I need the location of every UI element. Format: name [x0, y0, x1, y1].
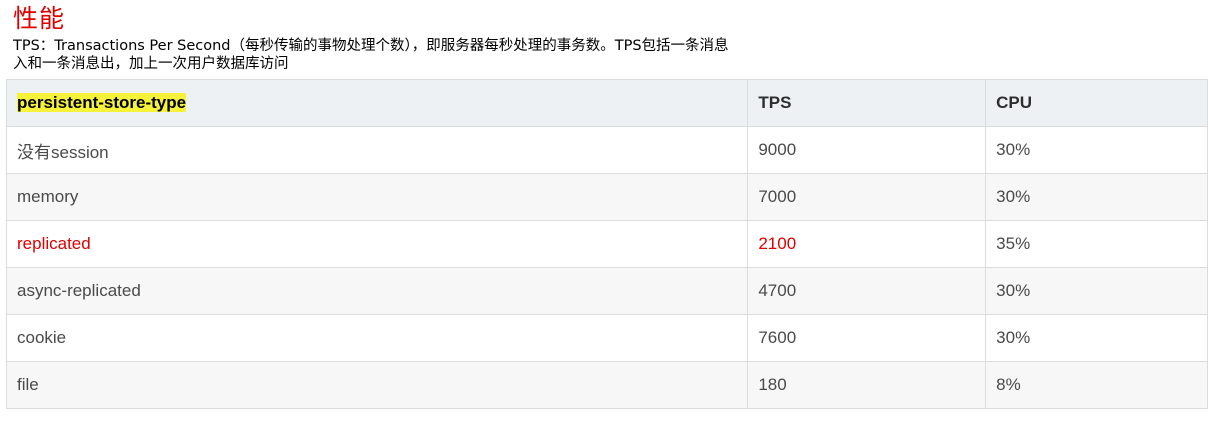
cell-tps: 4700 [747, 267, 987, 315]
cell-cpu: 30% [985, 267, 1208, 315]
tps-description: TPS：Transactions Per Second（每秒传输的事物处理个数）… [13, 37, 943, 73]
cell-tps: 7000 [747, 173, 987, 221]
cell-cpu: 30% [985, 173, 1208, 221]
header-tps: TPS [747, 79, 987, 127]
table-row: memory 7000 30% [5, 173, 1208, 221]
cell-tps: 9000 [747, 126, 987, 174]
cell-cpu: 8% [985, 361, 1208, 409]
table-row: replicated 2100 35% [5, 220, 1208, 268]
cell-tps: 180 [747, 361, 987, 409]
table-row: cookie 7600 30% [5, 314, 1208, 362]
table-row: file 180 8% [5, 361, 1208, 409]
description-line-1: TPS：Transactions Per Second（每秒传输的事物处理个数）… [13, 38, 729, 54]
table-row: async-replicated 4700 30% [5, 267, 1208, 315]
cell-cpu: 35% [985, 220, 1208, 268]
cell-store-type: async-replicated [5, 267, 749, 315]
table-row: 没有session 9000 30% [5, 126, 1208, 174]
cell-store-type: memory [5, 173, 749, 221]
cell-store-type: cookie [5, 314, 749, 362]
cell-tps: 7600 [747, 314, 987, 362]
cell-cpu: 30% [985, 314, 1208, 362]
cell-cpu: 30% [985, 126, 1208, 174]
table-header-row: persistent-store-type TPS CPU [5, 79, 1208, 127]
cell-store-type: replicated [5, 220, 749, 268]
page-title: 性能 [13, 4, 66, 33]
cell-store-type: 没有session [5, 126, 749, 174]
header-cpu: CPU [985, 79, 1208, 127]
cell-store-type: file [5, 361, 749, 409]
header-persistent-store-type: persistent-store-type [5, 79, 749, 127]
highlighted-header-text: persistent-store-type [17, 93, 187, 112]
description-line-2: 入和一条消息出，加上一次用户数据库访问 [13, 56, 289, 72]
performance-table: persistent-store-type TPS CPU 没有session … [5, 79, 1208, 409]
cell-tps: 2100 [747, 220, 987, 268]
